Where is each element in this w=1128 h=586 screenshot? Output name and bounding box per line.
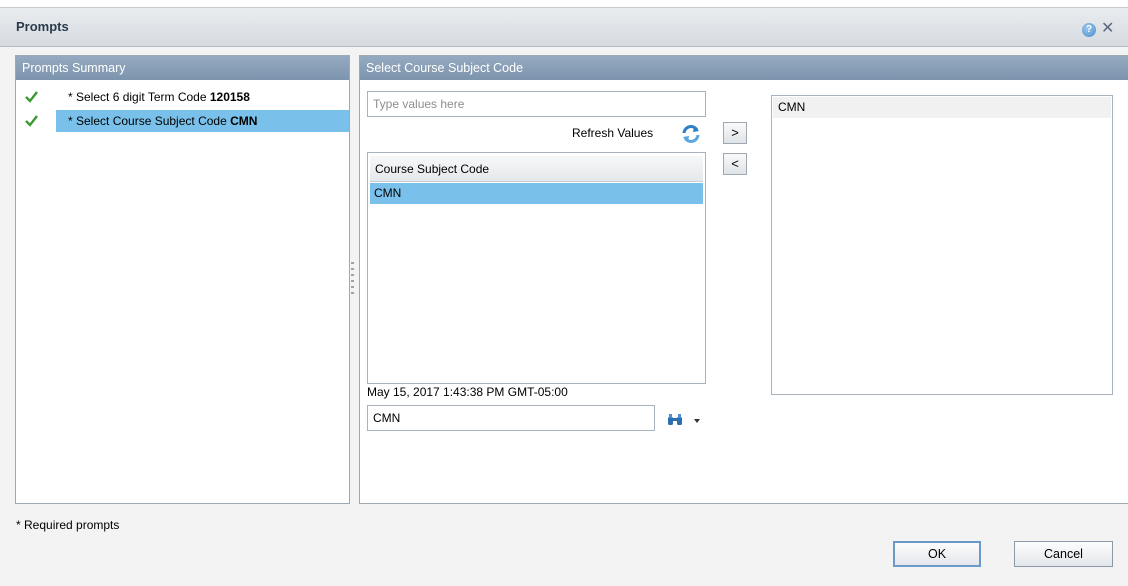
- selected-list-item[interactable]: CMN: [773, 97, 1111, 118]
- prompt-detail-header: Select Course Subject Code: [360, 56, 1128, 80]
- summary-item-prefix: * Select Course Subject Code: [68, 114, 231, 128]
- ok-button[interactable]: OK: [893, 541, 981, 567]
- panel-splitter[interactable]: [351, 262, 354, 298]
- add-value-button[interactable]: >: [723, 122, 747, 144]
- check-icon: [25, 91, 38, 103]
- prompts-summary-header: Prompts Summary: [16, 56, 349, 80]
- list-column-header[interactable]: Course Subject Code: [370, 156, 703, 182]
- summary-item-prefix: * Select 6 digit Term Code: [68, 90, 210, 104]
- available-values-list[interactable]: Course Subject Code CMN: [367, 152, 706, 384]
- value-field[interactable]: CMN: [367, 405, 655, 431]
- refresh-values-link[interactable]: Refresh Values: [572, 126, 653, 140]
- summary-item-value: 120158: [209, 90, 250, 104]
- summary-item-course-subject[interactable]: * Select Course Subject Code CMN: [16, 110, 349, 132]
- remove-value-button[interactable]: <: [723, 153, 747, 175]
- dialog-titlebar: Prompts ? ✕: [0, 8, 1128, 47]
- dropdown-arrow-icon[interactable]: [694, 419, 700, 423]
- check-icon: [25, 115, 38, 127]
- prompts-summary-panel: Prompts Summary * Select 6 digit Term Co…: [15, 55, 350, 504]
- summary-item-label: * Select Course Subject Code CMN: [56, 110, 349, 132]
- dialog-title: Prompts: [16, 19, 69, 34]
- summary-item-label: * Select 6 digit Term Code 120158: [56, 86, 349, 108]
- refresh-icon[interactable]: [681, 124, 701, 144]
- close-icon[interactable]: ✕: [1101, 20, 1114, 38]
- summary-item-term-code[interactable]: * Select 6 digit Term Code 120158: [16, 86, 349, 108]
- refresh-timestamp: May 15, 2017 1:43:38 PM GMT-05:00: [367, 385, 568, 399]
- required-prompts-note: * Required prompts: [16, 518, 120, 532]
- top-strip: [0, 0, 1128, 8]
- cancel-button[interactable]: Cancel: [1014, 541, 1113, 567]
- binoculars-icon[interactable]: [667, 414, 683, 426]
- summary-item-value: CMN: [230, 114, 258, 128]
- selected-values-list[interactable]: CMN: [771, 95, 1113, 395]
- help-icon[interactable]: ?: [1082, 23, 1096, 37]
- list-item[interactable]: CMN: [370, 183, 703, 204]
- search-input[interactable]: Type values here: [367, 91, 706, 117]
